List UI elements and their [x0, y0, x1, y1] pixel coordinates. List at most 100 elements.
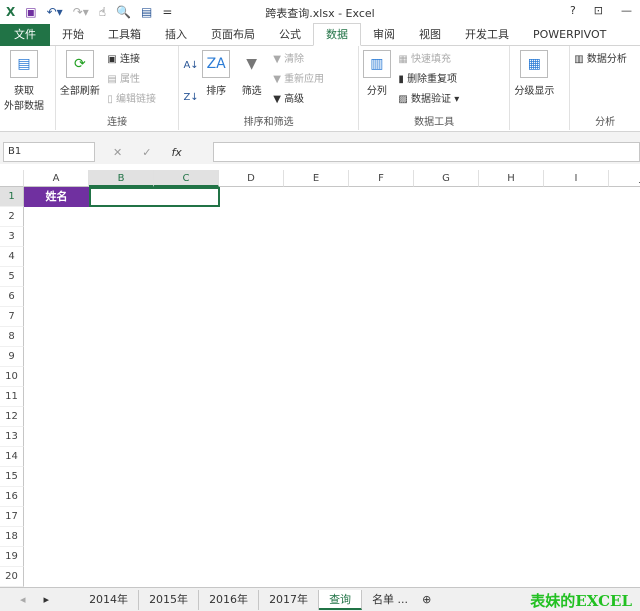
- row-header[interactable]: 7: [0, 307, 24, 327]
- row-header[interactable]: 3: [0, 227, 24, 247]
- data-validation-button[interactable]: ▨ 数据验证 ▾: [398, 90, 459, 110]
- row-header[interactable]: 17: [0, 507, 24, 527]
- properties-icon: ▤: [107, 74, 120, 85]
- selection-box: [89, 187, 220, 207]
- connections-icon: ▣: [107, 54, 120, 65]
- cancel-icon[interactable]: ✕: [113, 146, 122, 159]
- group-label: 分析: [595, 117, 616, 128]
- properties-button[interactable]: ▤ 属性: [107, 70, 156, 90]
- filter-icon: ▼: [246, 56, 258, 72]
- flash-fill-button[interactable]: ▦ 快速填充: [398, 50, 459, 70]
- remove-duplicates-button[interactable]: ▮ 删除重复项: [398, 70, 459, 90]
- get-external-data-button[interactable]: ▤ 获取 外部数据: [4, 50, 44, 112]
- row-header[interactable]: 19: [0, 547, 24, 567]
- group-label: 数据工具: [414, 117, 455, 128]
- tab-page-layout[interactable]: 页面布局: [199, 24, 267, 46]
- advanced-button[interactable]: ▼ 高级: [273, 90, 324, 110]
- sheet-tab-2016[interactable]: 2016年: [199, 589, 260, 610]
- row-header[interactable]: 8: [0, 327, 24, 347]
- sheet-tab-bar: ◂ ▸ 2014年 2015年 2016年 2017年 查询 名单 ... ⊕ …: [0, 587, 640, 611]
- tab-insert[interactable]: 插入: [153, 24, 199, 46]
- connections-button[interactable]: ▣ 连接: [107, 50, 156, 70]
- row-header[interactable]: 11: [0, 387, 24, 407]
- row-header[interactable]: 1: [0, 187, 24, 207]
- title-bar: X ▣ ↶▾ ↷▾ ☝ 🔍 ▤ = 跨表查询.xlsx - Excel ? ⊡ …: [0, 0, 640, 24]
- column-header[interactable]: H: [479, 170, 544, 187]
- column-header[interactable]: G: [414, 170, 479, 187]
- tab-file[interactable]: 文件: [0, 23, 50, 46]
- minimize-button[interactable]: —: [621, 4, 632, 17]
- group-analysis: ▥ 数据分析 分析: [570, 46, 640, 130]
- group-label: 连接: [107, 117, 128, 128]
- cell-a1[interactable]: 姓名: [24, 187, 89, 207]
- row-header[interactable]: 20: [0, 567, 24, 587]
- row-header[interactable]: 16: [0, 487, 24, 507]
- ribbon-display-button[interactable]: ⊡: [594, 4, 603, 17]
- ribbon-tabs: 文件 开始 工具箱 插入 页面布局 公式 数据 审阅 视图 开发工具 POWER…: [0, 23, 640, 46]
- text-to-columns-icon: ▥: [362, 50, 391, 78]
- tab-view[interactable]: 视图: [407, 24, 453, 46]
- clear-button[interactable]: ▼ 清除: [273, 50, 324, 70]
- row-header[interactable]: 12: [0, 407, 24, 427]
- data-analysis-button[interactable]: ▥ 数据分析: [574, 50, 636, 70]
- formula-input[interactable]: [213, 142, 640, 162]
- edit-links-button[interactable]: ▯ 编辑链接: [107, 90, 156, 110]
- column-header[interactable]: A: [24, 170, 89, 187]
- enter-icon[interactable]: ✓: [142, 146, 151, 159]
- sheet-tab-2015[interactable]: 2015年: [139, 589, 200, 610]
- worksheet-grid[interactable]: 姓名 ABCDEFGHIJ123456789101112131415161718…: [0, 170, 640, 587]
- filter-button[interactable]: ▼ 筛选: [238, 50, 266, 97]
- select-all-button[interactable]: [0, 170, 24, 187]
- group-outline: ▦ 分级显示: [510, 46, 571, 130]
- row-header[interactable]: 4: [0, 247, 24, 267]
- add-sheet-icon[interactable]: ⊕: [422, 593, 431, 606]
- refresh-all-button[interactable]: ⟳ 全部刷新: [60, 50, 100, 97]
- group-get-external: ▤ 获取 外部数据: [0, 46, 56, 130]
- sort-button[interactable]: ZA 排序: [202, 50, 231, 97]
- help-button[interactable]: ?: [570, 4, 576, 17]
- row-header[interactable]: 14: [0, 447, 24, 467]
- row-header[interactable]: 5: [0, 267, 24, 287]
- group-data-tools: ▥ 分列 ▦ 快速填充 ▮ 删除重复项 ▨ 数据验证 ▾ 数据工具: [359, 46, 511, 130]
- row-header[interactable]: 15: [0, 467, 24, 487]
- watermark: 表妹的EXCEL: [530, 592, 632, 610]
- text-to-columns-button[interactable]: ▥ 分列: [362, 50, 391, 97]
- sheet-tab-2017[interactable]: 2017年: [259, 589, 320, 610]
- column-header[interactable]: C: [154, 170, 219, 187]
- row-header[interactable]: 9: [0, 347, 24, 367]
- scroll-right-icon[interactable]: ▸: [44, 593, 50, 606]
- tab-review[interactable]: 审阅: [361, 24, 407, 46]
- group-connections: ⟳ 全部刷新 ▣ 连接 ▤ 属性 ▯ 编辑链接 连接: [56, 46, 180, 130]
- row-header[interactable]: 13: [0, 427, 24, 447]
- tab-toolbox[interactable]: 工具箱: [96, 24, 153, 46]
- row-header[interactable]: 2: [0, 207, 24, 227]
- sheet-tab-list[interactable]: 名单 ...: [362, 590, 418, 610]
- sort-asc-button[interactable]: A↓: [183, 56, 198, 76]
- column-header[interactable]: J: [609, 170, 640, 187]
- sort-desc-button[interactable]: Z↓: [183, 88, 198, 108]
- column-header[interactable]: D: [219, 170, 284, 187]
- column-header[interactable]: E: [284, 170, 349, 187]
- tab-data[interactable]: 数据: [313, 23, 361, 46]
- outline-button[interactable]: ▦ 分级显示: [514, 50, 554, 97]
- tab-formulas[interactable]: 公式: [267, 24, 313, 46]
- column-header[interactable]: F: [349, 170, 414, 187]
- row-header[interactable]: 10: [0, 367, 24, 387]
- column-header[interactable]: B: [89, 170, 154, 187]
- insert-function-button[interactable]: fx: [171, 146, 181, 159]
- sheet-tab-query[interactable]: 查询: [319, 589, 363, 610]
- row-header[interactable]: 6: [0, 287, 24, 307]
- sheet-tab-2014[interactable]: 2014年: [79, 589, 140, 610]
- column-header[interactable]: I: [544, 170, 609, 187]
- edit-links-icon: ▯: [107, 94, 117, 105]
- refresh-icon: ⟳: [65, 50, 94, 78]
- name-box[interactable]: B1: [3, 142, 95, 162]
- scroll-left-icon[interactable]: ◂: [20, 593, 26, 606]
- row-header[interactable]: 18: [0, 527, 24, 547]
- tab-developer[interactable]: 开发工具: [453, 24, 521, 46]
- ribbon-gap: [0, 132, 640, 140]
- window-title: 跨表查询.xlsx - Excel: [265, 7, 375, 20]
- tab-home[interactable]: 开始: [50, 24, 96, 46]
- tab-powerpivot[interactable]: POWERPIVOT: [521, 24, 618, 46]
- reapply-button[interactable]: ▼ 重新应用: [273, 70, 324, 90]
